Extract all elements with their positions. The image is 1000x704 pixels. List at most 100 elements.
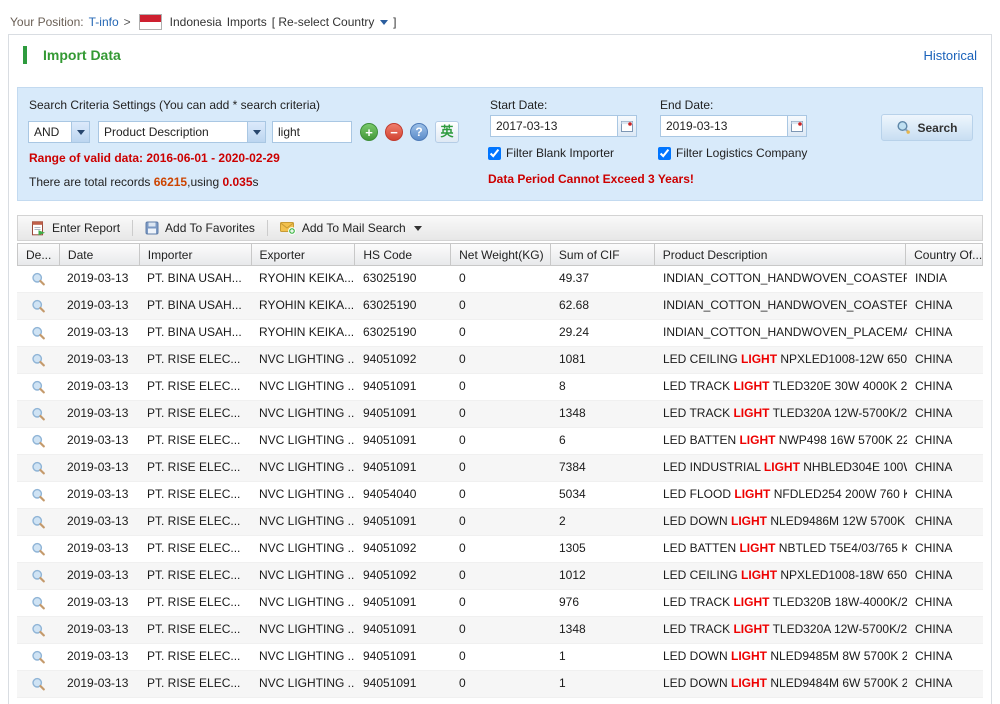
- table-row[interactable]: 2019-03-13PT. RISE ELEC...NVC LIGHTING .…: [17, 563, 983, 590]
- row-date: 2019-03-13: [59, 320, 139, 346]
- table-row[interactable]: 2019-03-13PT. BINA USAH...RYOHIN KEIKA..…: [17, 320, 983, 347]
- add-to-mail-search-button[interactable]: Add To Mail Search: [271, 216, 431, 240]
- row-detail-magnifier-icon[interactable]: [17, 320, 59, 346]
- row-product-description: LED CEILING LIGHT NPXLED1008-18W 6500...: [655, 563, 907, 589]
- row-detail-magnifier-icon[interactable]: [17, 347, 59, 373]
- calendar-icon[interactable]: [788, 115, 807, 137]
- breadcrumb-section: Imports: [227, 15, 267, 29]
- start-date-label: Start Date:: [490, 98, 547, 112]
- row-detail-magnifier-icon[interactable]: [17, 293, 59, 319]
- highlighted-keyword: LIGHT: [734, 487, 770, 501]
- end-date-label: End Date:: [660, 98, 713, 112]
- keyword-input[interactable]: [272, 121, 352, 143]
- table-row[interactable]: 2019-03-13PT. RISE ELEC...NVC LIGHTING .…: [17, 428, 983, 455]
- filter-blank-importer: Filter Blank Importer: [488, 146, 614, 160]
- row-hs-code: 94051091: [355, 671, 451, 697]
- add-to-favorites-button[interactable]: Add To Favorites: [136, 216, 264, 240]
- row-detail-magnifier-icon[interactable]: [17, 455, 59, 481]
- highlighted-keyword: LIGHT: [741, 352, 777, 366]
- row-net-weight: 0: [451, 374, 551, 400]
- remove-criteria-button[interactable]: −: [385, 123, 403, 141]
- row-detail-magnifier-icon[interactable]: [17, 482, 59, 508]
- filter-logistics-company-checkbox[interactable]: [658, 147, 671, 160]
- row-importer: PT. RISE ELEC...: [139, 590, 251, 616]
- table-row[interactable]: 2019-03-13PT. RISE ELEC...NVC LIGHTING .…: [17, 698, 983, 704]
- row-sum-cif: 2: [551, 509, 655, 535]
- column-header-date[interactable]: Date: [60, 244, 140, 265]
- operator-select[interactable]: AND: [28, 121, 90, 143]
- field-select[interactable]: Product Description: [98, 121, 266, 143]
- row-detail-magnifier-icon[interactable]: [17, 644, 59, 670]
- table-row[interactable]: 2019-03-13PT. RISE ELEC...NVC LIGHTING .…: [17, 374, 983, 401]
- filter-logistics-company-label: Filter Logistics Company: [676, 146, 807, 160]
- help-button[interactable]: ?: [410, 123, 428, 141]
- column-header-sum-of-cif[interactable]: Sum of CIF: [551, 244, 655, 265]
- row-detail-magnifier-icon[interactable]: [17, 590, 59, 616]
- add-criteria-button[interactable]: +: [360, 123, 378, 141]
- row-importer: PT. RISE ELEC...: [139, 455, 251, 481]
- row-detail-magnifier-icon[interactable]: [17, 617, 59, 643]
- table-row[interactable]: 2019-03-13PT. BINA USAH...RYOHIN KEIKA..…: [17, 293, 983, 320]
- row-country: CHINA: [907, 698, 983, 704]
- row-net-weight: 0: [451, 455, 551, 481]
- row-detail-magnifier-icon[interactable]: [17, 401, 59, 427]
- calendar-icon[interactable]: [618, 115, 637, 137]
- accent-bar: [23, 46, 27, 64]
- chevron-down-icon[interactable]: [71, 122, 89, 142]
- column-header-exporter[interactable]: Exporter: [252, 244, 356, 265]
- page-title: Import Data: [43, 47, 121, 63]
- row-sum-cif: 1348: [551, 617, 655, 643]
- column-header-product-description[interactable]: Product Description: [655, 244, 906, 265]
- enter-report-button[interactable]: Enter Report: [22, 216, 129, 240]
- column-header-importer[interactable]: Importer: [140, 244, 252, 265]
- operator-value: AND: [29, 122, 71, 142]
- row-net-weight: 0: [451, 293, 551, 319]
- row-detail-magnifier-icon[interactable]: [17, 563, 59, 589]
- row-sum-cif: 1305: [551, 536, 655, 562]
- row-exporter: NVC LIGHTING ...: [251, 590, 355, 616]
- language-toggle-button[interactable]: 英: [435, 121, 459, 143]
- table-row[interactable]: 2019-03-13PT. RISE ELEC...NVC LIGHTING .…: [17, 401, 983, 428]
- row-detail-magnifier-icon[interactable]: [17, 536, 59, 562]
- reselect-country-button[interactable]: [ Re-select Country ]: [272, 15, 397, 29]
- table-row[interactable]: 2019-03-13PT. RISE ELEC...NVC LIGHTING .…: [17, 536, 983, 563]
- row-detail-magnifier-icon[interactable]: [17, 671, 59, 697]
- row-importer: PT. RISE ELEC...: [139, 428, 251, 454]
- row-detail-magnifier-icon[interactable]: [17, 428, 59, 454]
- row-sum-cif: 29.24: [551, 320, 655, 346]
- row-exporter: NVC LIGHTING ...: [251, 509, 355, 535]
- row-detail-magnifier-icon[interactable]: [17, 266, 59, 292]
- row-importer: PT. BINA USAH...: [139, 266, 251, 292]
- row-detail-magnifier-icon[interactable]: [17, 509, 59, 535]
- column-header-de[interactable]: De...: [18, 244, 60, 265]
- row-exporter: RYOHIN KEIKA...: [251, 266, 355, 292]
- table-row[interactable]: 2019-03-13PT. RISE ELEC...NVC LIGHTING .…: [17, 347, 983, 374]
- row-date: 2019-03-13: [59, 428, 139, 454]
- table-row[interactable]: 2019-03-13PT. RISE ELEC...NVC LIGHTING .…: [17, 671, 983, 698]
- search-button[interactable]: Search: [881, 114, 973, 141]
- breadcrumb-link-tinfo[interactable]: T-info: [89, 15, 119, 29]
- table-row[interactable]: 2019-03-13PT. RISE ELEC...NVC LIGHTING .…: [17, 644, 983, 671]
- column-header-country-of[interactable]: Country Of...: [906, 244, 982, 265]
- historical-link[interactable]: Historical: [924, 48, 977, 63]
- table-row[interactable]: 2019-03-13PT. RISE ELEC...NVC LIGHTING .…: [17, 617, 983, 644]
- filter-blank-importer-checkbox[interactable]: [488, 147, 501, 160]
- table-row[interactable]: 2019-03-13PT. BINA USAH...RYOHIN KEIKA..…: [17, 266, 983, 293]
- table-row[interactable]: 2019-03-13PT. RISE ELEC...NVC LIGHTING .…: [17, 455, 983, 482]
- row-hs-code: 63025190: [355, 293, 451, 319]
- row-detail-magnifier-icon[interactable]: [17, 698, 59, 704]
- table-row[interactable]: 2019-03-13PT. RISE ELEC...NVC LIGHTING .…: [17, 509, 983, 536]
- row-country: CHINA: [907, 428, 983, 454]
- table-row[interactable]: 2019-03-13PT. RISE ELEC...NVC LIGHTING .…: [17, 482, 983, 509]
- row-sum-cif: 976: [551, 590, 655, 616]
- row-date: 2019-03-13: [59, 617, 139, 643]
- table-row[interactable]: 2019-03-13PT. RISE ELEC...NVC LIGHTING .…: [17, 590, 983, 617]
- row-product-description: LED TRACK LIGHT TLED320E 30W 4000K 24...: [655, 374, 907, 400]
- chevron-down-icon[interactable]: [247, 122, 265, 142]
- column-header-hs-code[interactable]: HS Code: [355, 244, 451, 265]
- end-date-input[interactable]: [660, 115, 788, 137]
- start-date-input[interactable]: [490, 115, 618, 137]
- row-detail-magnifier-icon[interactable]: [17, 374, 59, 400]
- column-header-net-weight-kg[interactable]: Net Weight(KG): [451, 244, 551, 265]
- row-importer: PT. BINA USAH...: [139, 320, 251, 346]
